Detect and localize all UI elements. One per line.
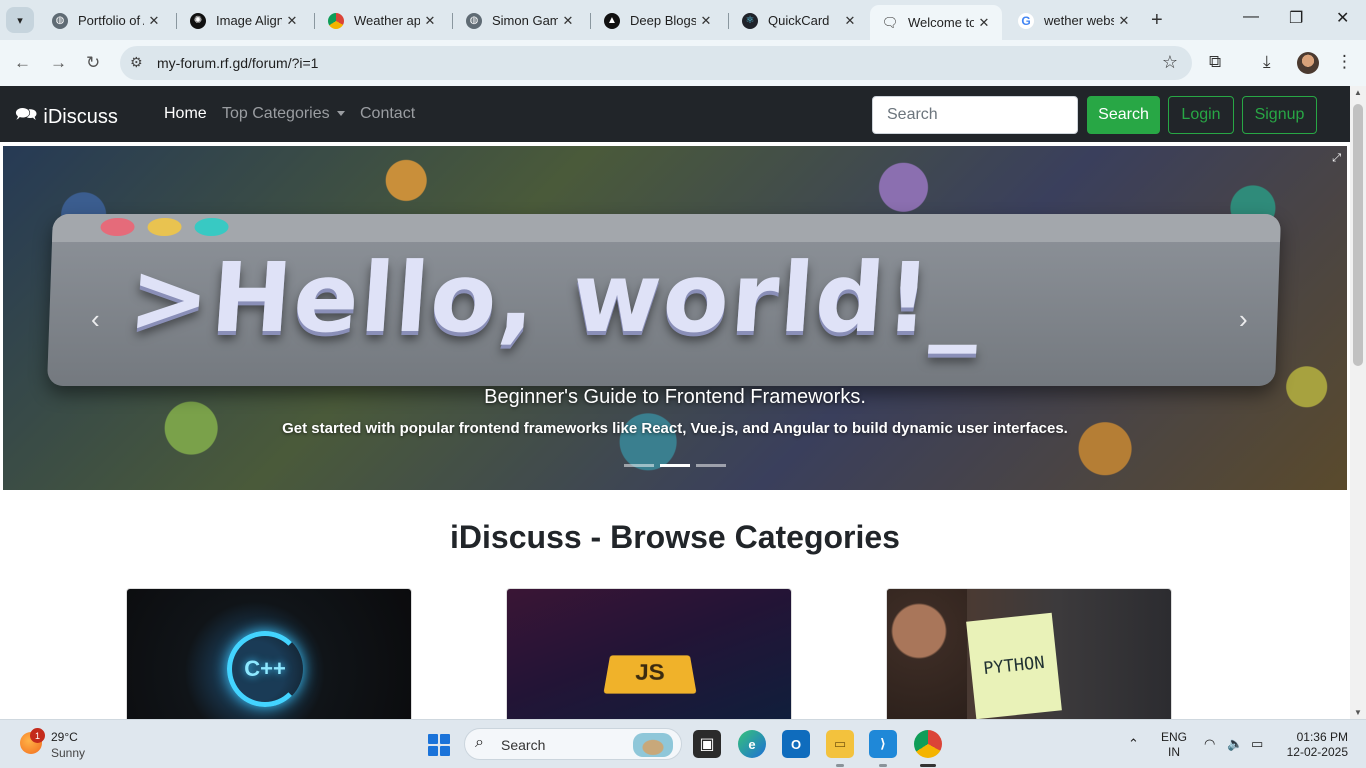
system-clock[interactable]: 01:36 PM 12-02-2025 xyxy=(1282,730,1348,760)
new-tab-button[interactable]: + xyxy=(1151,9,1163,32)
close-icon[interactable]: ✕ xyxy=(144,13,164,29)
weather-badge: 1 xyxy=(30,728,45,743)
outlook-icon[interactable]: O xyxy=(782,730,810,758)
nav-home[interactable]: Home xyxy=(164,105,207,123)
nav-top-categories[interactable]: Top Categories xyxy=(222,105,345,123)
file-explorer-icon[interactable]: ▭ xyxy=(826,730,854,758)
volume-icon[interactable]: 🔈 xyxy=(1227,736,1243,752)
restore-icon[interactable]: ❐ xyxy=(1289,8,1303,28)
chrome-icon xyxy=(328,12,344,29)
tab-quickcard[interactable]: ⚛ QuickCard ✕ xyxy=(730,5,868,36)
carousel-prev-icon[interactable]: ‹ xyxy=(91,304,100,335)
edge-icon[interactable]: e xyxy=(738,730,766,758)
taskbar-search[interactable]: ⌕ Search xyxy=(464,728,682,760)
profile-avatar[interactable] xyxy=(1297,52,1319,74)
chat-icon: 🗨 xyxy=(881,14,899,30)
triangle-icon: ▲ xyxy=(604,12,620,29)
banner-hello-text: >Hello, world!_ xyxy=(125,242,986,354)
carousel-next-icon[interactable]: › xyxy=(1239,304,1248,335)
python-sticky-note: PYTHON xyxy=(966,612,1062,719)
categories-heading: iDiscuss - Browse Categories xyxy=(450,519,900,555)
person-photo xyxy=(887,589,967,719)
back-icon[interactable]: ← xyxy=(14,53,31,73)
js-logo-icon: JS xyxy=(603,655,697,694)
close-window-icon[interactable]: ✕ xyxy=(1336,8,1349,28)
close-icon[interactable]: ✕ xyxy=(558,13,578,29)
globe-icon: ◍ xyxy=(466,12,482,29)
search-input[interactable]: Search xyxy=(872,96,1078,134)
site-info-icon[interactable]: ⚙ xyxy=(130,54,143,71)
page-scrollbar[interactable]: ▲ ▼ xyxy=(1350,86,1366,719)
chrome-active-indicator xyxy=(920,764,936,767)
chat-bubbles-icon: 🗪 xyxy=(15,104,38,124)
chevron-up-icon[interactable]: ⌃ xyxy=(1128,736,1139,752)
tab-simon-game[interactable]: ◍ Simon Game ✕ xyxy=(454,5,586,36)
hero-carousel: ⤢ >Hello, world!_ ‹ › Beginner's Guide t… xyxy=(3,146,1347,490)
scrollbar-thumb[interactable] xyxy=(1353,104,1363,366)
category-card-javascript[interactable]: JS xyxy=(506,588,792,719)
close-icon[interactable]: ✕ xyxy=(282,13,302,29)
globe-icon: ◍ xyxy=(52,12,68,29)
tab-portfolio[interactable]: ◍ Portfolio of A ✕ xyxy=(40,5,172,36)
browser-tab-strip: ▾ ◍ Portfolio of A ✕ ✺ Image Alignm ✕ We… xyxy=(0,0,1366,40)
google-icon: G xyxy=(1018,12,1034,29)
windows-taskbar: 1 29°C Sunny ⌕ Search ▣ e O ▭ ⟩ ⌃ ENG IN… xyxy=(0,719,1366,768)
login-button[interactable]: Login xyxy=(1168,96,1234,134)
chrome-icon[interactable] xyxy=(914,730,942,758)
tab-deep-blogs[interactable]: ▲ Deep Blogs ✕ xyxy=(592,5,724,36)
close-icon[interactable]: ✕ xyxy=(696,13,716,29)
search-highlight-image xyxy=(633,733,673,757)
address-bar[interactable]: ⚙ my-forum.rf.gd/forum/?i=1 ☆ xyxy=(120,46,1192,80)
url-text[interactable]: my-forum.rf.gd/forum/?i=1 xyxy=(157,55,318,71)
nav-contact[interactable]: Contact xyxy=(360,105,415,123)
carousel-indicator-2[interactable] xyxy=(660,464,690,467)
category-card-python[interactable]: PYTHON xyxy=(886,588,1172,719)
tab-search-button[interactable]: ▾ xyxy=(6,7,34,33)
close-icon[interactable]: ✕ xyxy=(840,13,860,29)
vscode-running-indicator xyxy=(879,764,887,767)
tab-welcome-active[interactable]: 🗨 Welcome to ✕ xyxy=(870,5,1002,40)
browser-toolbar: ← → ↻ ⚙ my-forum.rf.gd/forum/?i=1 ☆ ⧉ ⤓ … xyxy=(0,40,1366,86)
extensions-icon[interactable]: ⧉ xyxy=(1209,52,1221,72)
expand-icon[interactable]: ⤢ xyxy=(1332,152,1341,165)
carousel-caption-text: Get started with popular frontend framew… xyxy=(282,420,1068,437)
reload-icon[interactable]: ↻ xyxy=(86,53,100,73)
tab-weather-app[interactable]: Weather app ✕ xyxy=(316,5,448,36)
search-icon: ⌕ xyxy=(475,734,484,751)
vscode-icon[interactable]: ⟩ xyxy=(869,730,897,758)
menu-icon[interactable]: ⋮ xyxy=(1336,52,1353,72)
task-view-icon[interactable]: ▣ xyxy=(693,730,721,758)
download-icon[interactable]: ⤓ xyxy=(1263,52,1271,72)
weather-temp[interactable]: 29°C xyxy=(51,730,78,744)
search-button[interactable]: Search xyxy=(1087,96,1160,134)
carousel-caption-title: Beginner's Guide to Frontend Frameworks. xyxy=(484,386,866,408)
explorer-running-indicator xyxy=(836,764,844,767)
minimize-icon[interactable]: — xyxy=(1243,8,1259,26)
language-indicator[interactable]: ENG IN xyxy=(1161,730,1187,760)
windows-start-icon[interactable] xyxy=(428,734,450,756)
weather-condition[interactable]: Sunny xyxy=(51,746,85,760)
openai-icon: ✺ xyxy=(190,12,206,29)
category-card-cpp[interactable]: C++ xyxy=(126,588,412,719)
bookmark-star-icon[interactable]: ☆ xyxy=(1162,52,1178,73)
close-icon[interactable]: ✕ xyxy=(420,13,440,29)
carousel-indicator-1[interactable] xyxy=(624,464,654,467)
signup-button[interactable]: Signup xyxy=(1242,96,1317,134)
battery-icon[interactable]: ▭ xyxy=(1251,736,1263,752)
scroll-up-icon[interactable]: ▲ xyxy=(1354,88,1362,97)
site-navbar: 🗪 iDiscuss Home Top Categories Contact S… xyxy=(0,86,1350,142)
web-page: 🗪 iDiscuss Home Top Categories Contact S… xyxy=(0,86,1350,719)
forward-icon[interactable]: → xyxy=(50,53,67,73)
caret-down-icon xyxy=(336,111,345,117)
brand-logo[interactable]: 🗪 iDiscuss xyxy=(15,102,118,132)
close-icon[interactable]: ✕ xyxy=(974,15,994,31)
tab-image-alignment[interactable]: ✺ Image Alignm ✕ xyxy=(178,5,310,36)
carousel-indicator-3[interactable] xyxy=(696,464,726,467)
close-icon[interactable]: ✕ xyxy=(1114,13,1134,29)
cpp-logo-icon: C++ xyxy=(227,631,303,707)
react-icon: ⚛ xyxy=(742,12,758,29)
tab-wether-webs[interactable]: G wether webs ✕ xyxy=(1006,5,1142,36)
scroll-down-icon[interactable]: ▼ xyxy=(1354,708,1362,717)
wifi-icon[interactable]: ◠ xyxy=(1204,736,1215,752)
